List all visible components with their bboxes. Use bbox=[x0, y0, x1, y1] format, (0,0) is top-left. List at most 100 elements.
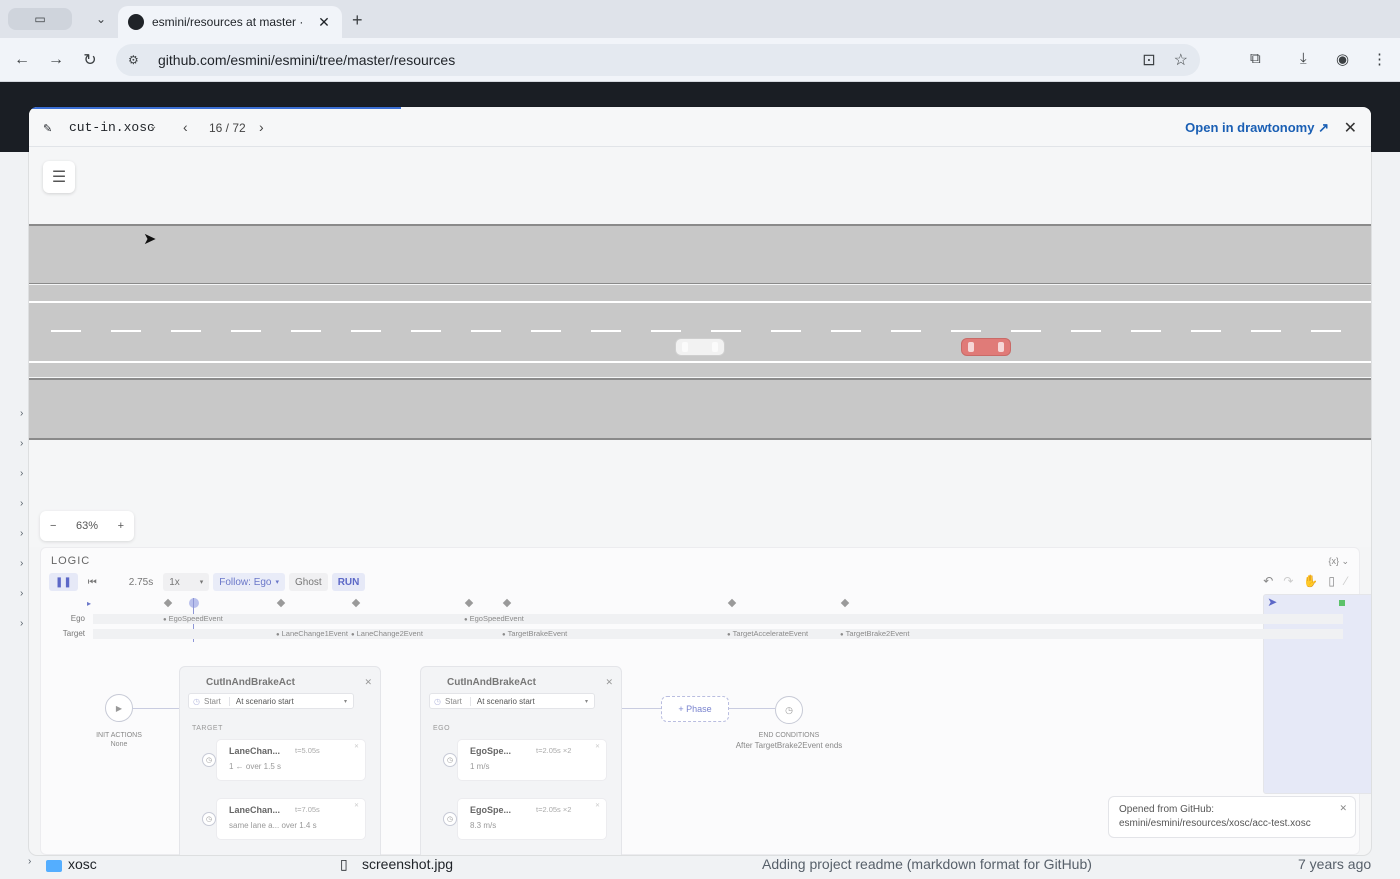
chevron-right-icon[interactable]: › bbox=[28, 856, 31, 867]
close-act-icon[interactable]: ✕ bbox=[605, 677, 613, 688]
playhead-knob[interactable] bbox=[189, 598, 199, 608]
forward-icon[interactable]: → bbox=[46, 50, 66, 70]
event-name: LaneChan... bbox=[229, 746, 281, 756]
extensions-icon[interactable]: ⧉ bbox=[1250, 50, 1261, 67]
site-info-icon[interactable]: ⚙ bbox=[128, 53, 146, 67]
undo-icon[interactable]: ↶ bbox=[1263, 574, 1273, 588]
zoom-out-icon[interactable]: − bbox=[50, 520, 56, 532]
timeline-event[interactable]: EgoSpeedEvent bbox=[464, 614, 524, 623]
tab-search-chevron-icon[interactable]: ⌄ bbox=[90, 8, 112, 30]
init-actions-node[interactable]: ▶ bbox=[105, 694, 133, 722]
chevron-right-icon[interactable]: › bbox=[20, 408, 23, 419]
reload-icon[interactable]: ↻ bbox=[80, 50, 100, 70]
next-file-icon[interactable]: › bbox=[259, 119, 264, 135]
new-tab-icon[interactable]: + bbox=[352, 10, 363, 31]
act-card[interactable]: CutInAndBrakeAct ✕ ◷ Start At scenario s… bbox=[179, 666, 381, 855]
chevron-right-icon[interactable]: › bbox=[20, 528, 23, 539]
event-card[interactable]: LaneChan... t=5.05s 1 ← over 1.5 s ✕ bbox=[216, 739, 366, 781]
hamburger-menu-icon[interactable]: ☰ bbox=[43, 161, 75, 193]
chevron-down-icon: ▾ bbox=[275, 579, 279, 586]
browser-tab[interactable]: esmini/resources at master · ✕ bbox=[118, 6, 342, 38]
start-label: Start bbox=[444, 696, 462, 706]
timeline-event[interactable]: LaneChange1Event bbox=[276, 629, 348, 638]
ego-vehicle[interactable] bbox=[675, 338, 725, 356]
ghost-toggle[interactable]: Ghost bbox=[289, 573, 328, 591]
chevron-right-icon[interactable]: › bbox=[20, 558, 23, 569]
tab-title: esmini/resources at master · bbox=[152, 15, 304, 29]
pause-icon[interactable]: ❚❚ bbox=[49, 573, 78, 591]
tab-groups-icon[interactable]: ▭ bbox=[8, 8, 72, 30]
timeline-marker[interactable] bbox=[727, 598, 737, 608]
act-start-select[interactable]: ◷ Start At scenario start ▾ bbox=[188, 693, 354, 709]
timeline-marker[interactable] bbox=[163, 598, 173, 608]
file-list-row[interactable]: › xosc ▯ screenshot.jpg Adding project r… bbox=[0, 852, 1400, 879]
folder-name[interactable]: xosc bbox=[68, 856, 97, 872]
event-card[interactable]: LaneChan... t=7.05s same lane a... over … bbox=[216, 798, 366, 840]
chevron-down-icon[interactable]: ⌄ bbox=[149, 121, 157, 132]
install-icon[interactable]: ⊡ bbox=[1142, 50, 1155, 70]
modal-header: ✎ cut-in.xosc ⌄ ‹ 16 / 72 › Open in draw… bbox=[29, 109, 1371, 147]
open-in-drawtonomy-link[interactable]: Open in drawtonomy ↗ bbox=[1185, 120, 1329, 136]
back-icon[interactable]: ← bbox=[12, 50, 32, 70]
speed-select[interactable]: 1x ▾ bbox=[163, 573, 210, 591]
target-vehicle[interactable] bbox=[961, 338, 1011, 356]
event-time: t=2.05s ×2 bbox=[536, 805, 572, 814]
timeline-marker[interactable] bbox=[840, 598, 850, 608]
timeline-event[interactable]: TargetBrakeEvent bbox=[502, 629, 568, 638]
downloads-icon[interactable]: ⤓ bbox=[1300, 50, 1307, 67]
chevron-right-icon[interactable]: › bbox=[20, 468, 23, 479]
bookmark-star-icon[interactable]: ☆ bbox=[1174, 50, 1188, 70]
toast-title: Opened from GitHub: bbox=[1119, 804, 1215, 815]
file-selector[interactable]: cut-in.xosc bbox=[69, 120, 155, 135]
github-toast: Opened from GitHub: esmini/esmini/resour… bbox=[1108, 796, 1356, 838]
close-modal-icon[interactable]: ✕ bbox=[1344, 118, 1357, 138]
close-event-icon[interactable]: ✕ bbox=[595, 743, 600, 750]
timeline-event[interactable]: EgoSpeedEvent bbox=[163, 614, 223, 623]
chevron-right-icon[interactable]: › bbox=[20, 498, 23, 509]
previous-file-icon[interactable]: ‹ bbox=[183, 119, 188, 135]
close-event-icon[interactable]: ✕ bbox=[595, 802, 600, 809]
act-title: CutInAndBrakeAct bbox=[447, 677, 536, 688]
end-conditions-node[interactable]: ◷ bbox=[775, 696, 803, 724]
chevron-right-icon[interactable]: › bbox=[20, 588, 23, 599]
redo-icon[interactable]: ↷ bbox=[1283, 574, 1293, 588]
connector-line bbox=[622, 708, 661, 709]
close-event-icon[interactable]: ✕ bbox=[354, 802, 359, 809]
road-canvas[interactable]: ☰ ➤ − 63% + bbox=[29, 147, 1371, 547]
add-phase-button[interactable]: + Phase bbox=[661, 696, 729, 722]
url-text: github.com/esmini/esmini/tree/master/res… bbox=[158, 52, 456, 68]
act-card[interactable]: CutInAndBrakeAct ✕ ◷ Start At scenario s… bbox=[420, 666, 622, 855]
start-label: Start bbox=[203, 696, 221, 706]
variables-toggle[interactable]: {x} ⌄ bbox=[1328, 556, 1349, 567]
browser-tab-bar: ▭ ⌄ esmini/resources at master · ✕ + bbox=[0, 0, 1400, 38]
chevron-right-icon[interactable]: › bbox=[20, 438, 23, 449]
address-bar[interactable]: ⚙ github.com/esmini/esmini/tree/master/r… bbox=[116, 44, 1200, 76]
zoom-in-icon[interactable]: + bbox=[118, 520, 124, 532]
close-act-icon[interactable]: ✕ bbox=[364, 677, 372, 688]
commit-message[interactable]: Adding project readme (markdown format f… bbox=[762, 856, 1092, 872]
chevron-right-icon[interactable]: › bbox=[20, 618, 23, 629]
timeline-event[interactable]: TargetAccelerateEvent bbox=[727, 629, 808, 638]
file-name[interactable]: screenshot.jpg bbox=[362, 856, 453, 872]
close-tab-icon[interactable]: ✕ bbox=[316, 14, 332, 31]
profile-icon[interactable]: ◉ bbox=[1336, 50, 1349, 68]
timeline-marker[interactable] bbox=[464, 598, 474, 608]
device-icon[interactable]: ▯ bbox=[1328, 574, 1335, 588]
timeline-marker[interactable] bbox=[502, 598, 512, 608]
timeline-marker[interactable] bbox=[276, 598, 286, 608]
timeline-event[interactable]: LaneChange2Event bbox=[351, 629, 423, 638]
timeline-marker[interactable] bbox=[351, 598, 361, 608]
follow-select[interactable]: Follow: Ego ▾ bbox=[213, 573, 285, 591]
event-card[interactable]: EgoSpe... t=2.05s ×2 1 m/s ✕ bbox=[457, 739, 607, 781]
wand-icon[interactable]: ⁄ bbox=[1345, 574, 1347, 588]
hand-pan-icon[interactable]: ✋ bbox=[1303, 574, 1318, 588]
logic-toolbar: ↶ ↷ ✋ ➤ ▯ ⁄ bbox=[1263, 574, 1371, 794]
timeline-event[interactable]: TargetBrake2Event bbox=[840, 629, 910, 638]
act-start-select[interactable]: ◷ Start At scenario start ▾ bbox=[429, 693, 595, 709]
run-button[interactable]: RUN bbox=[331, 573, 366, 591]
close-toast-icon[interactable]: ✕ bbox=[1339, 803, 1347, 814]
event-card[interactable]: EgoSpe... t=2.05s ×2 8.3 m/s ✕ bbox=[457, 798, 607, 840]
close-event-icon[interactable]: ✕ bbox=[354, 743, 359, 750]
menu-kebab-icon[interactable]: ⋮ bbox=[1372, 50, 1387, 68]
rewind-icon[interactable]: ⏮ bbox=[82, 573, 103, 591]
